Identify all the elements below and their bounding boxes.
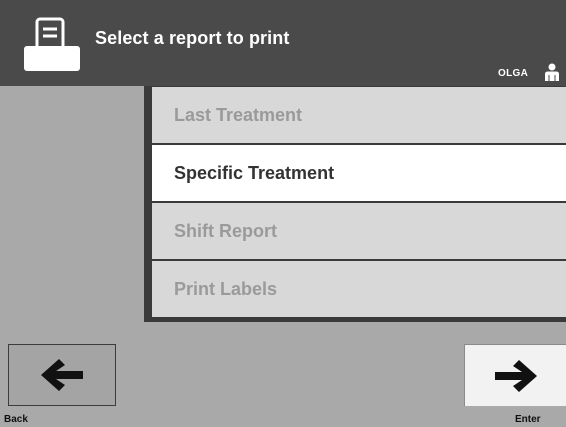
arrow-left-icon: [41, 359, 83, 391]
page-title: Select a report to print: [95, 28, 290, 48]
back-label: Back: [4, 414, 28, 425]
menu-item-specific-treatment[interactable]: Specific Treatment: [152, 145, 566, 201]
header-bar: Select a report to print OLGA: [0, 0, 566, 86]
enter-button[interactable]: [464, 344, 566, 406]
screen: Select a report to print OLGA Last Treat…: [0, 0, 566, 427]
menu-item-shift-report[interactable]: Shift Report: [152, 203, 566, 259]
report-menu: Last Treatment Specific Treatment Shift …: [144, 86, 566, 322]
arrow-right-icon: [494, 359, 537, 392]
printer-icon: [24, 17, 80, 71]
enter-label: Enter: [515, 414, 541, 425]
menu-item-last-treatment[interactable]: Last Treatment: [152, 87, 566, 143]
back-button[interactable]: [8, 344, 116, 406]
user-name: OLGA: [498, 68, 529, 79]
user-icon: [545, 63, 559, 81]
menu-item-print-labels[interactable]: Print Labels: [152, 261, 566, 317]
